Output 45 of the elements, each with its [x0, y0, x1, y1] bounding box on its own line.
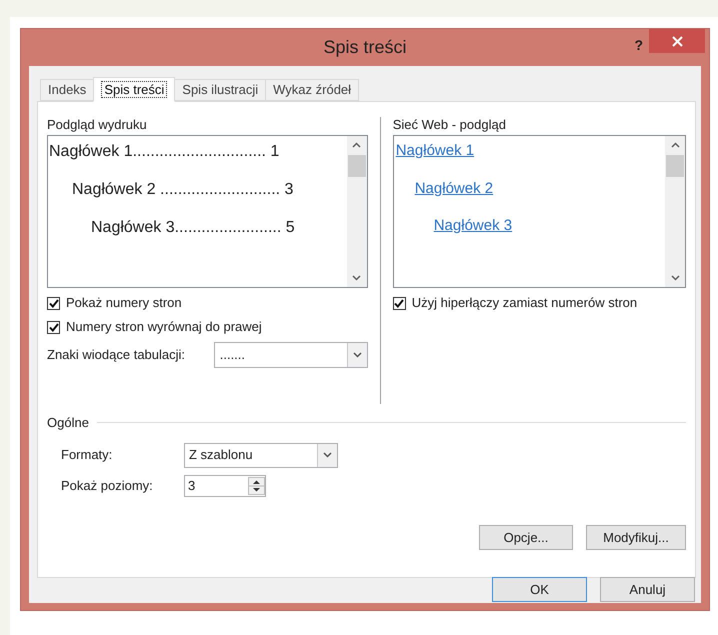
group-label: Ogólne [47, 414, 89, 432]
hyperlink[interactable]: Nagłówek 1 [396, 140, 474, 162]
checkbox-label[interactable]: Użyj hiperłączy zamiast numerów stron [412, 293, 638, 313]
tab[interactable]: Spis ilustracji [174, 79, 266, 101]
toc-entry: Nagłówek 3........................ 5 [90, 218, 296, 238]
scroll-thumb[interactable] [348, 155, 366, 177]
field-label: Znaki wiodące tabulacji: [47, 346, 186, 364]
panel-button[interactable]: Opcje... [479, 525, 573, 550]
checkmark-icon [48, 298, 58, 308]
hyperlink[interactable]: Nagłówek 3 [434, 215, 512, 238]
close-button[interactable] [649, 29, 705, 53]
scrollbar[interactable] [665, 136, 685, 287]
leader-dropdown[interactable]: ....... [214, 342, 368, 368]
scroll-down-icon[interactable] [352, 275, 362, 281]
scrollbar[interactable] [346, 136, 367, 287]
checkbox-label[interactable]: Pokaż numery stron [66, 293, 182, 313]
close-icon [672, 36, 682, 46]
spin-arrows-icon[interactable] [248, 476, 265, 494]
checkbox[interactable] [392, 296, 406, 310]
toc-entry: Nagłówek 2 ........................... 3 [71, 180, 294, 200]
tab[interactable]: Indeks [40, 79, 94, 101]
formats-dropdown[interactable]: Z szablonu [184, 442, 338, 468]
dialog-button[interactable]: Anuluj [600, 577, 695, 602]
scroll-up-icon[interactable] [352, 142, 362, 148]
window-title: Spis treści [323, 36, 407, 59]
tab[interactable]: Wykaz źródeł [265, 79, 360, 101]
section-label: Podgląd wydruku [47, 116, 148, 134]
levels-spinner[interactable]: 3 [184, 474, 266, 496]
section-label: Sieć Web - podgląd [392, 116, 507, 134]
checkbox-label[interactable]: Numery stron wyrównaj do prawej [66, 317, 262, 337]
scroll-up-icon[interactable] [670, 142, 680, 148]
hyperlink[interactable]: Nagłówek 2 [414, 178, 494, 200]
checkmark-icon [394, 298, 404, 308]
field-label: Pokaż poziomy: [61, 476, 154, 495]
checkbox[interactable] [47, 296, 60, 310]
checkbox[interactable] [47, 320, 60, 334]
field-label: Formaty: [61, 446, 114, 464]
help-button[interactable]: ? [634, 35, 643, 56]
checkmark-icon [48, 322, 58, 332]
scroll-thumb[interactable] [666, 155, 684, 177]
panel-button[interactable]: Modyfikuj... [586, 525, 686, 550]
tab[interactable]: Spis treści [93, 77, 176, 102]
dialog-button[interactable]: OK [492, 577, 587, 602]
scroll-down-icon[interactable] [670, 275, 680, 281]
toc-entry: Nagłówek 1.............................. 1 [49, 142, 280, 162]
